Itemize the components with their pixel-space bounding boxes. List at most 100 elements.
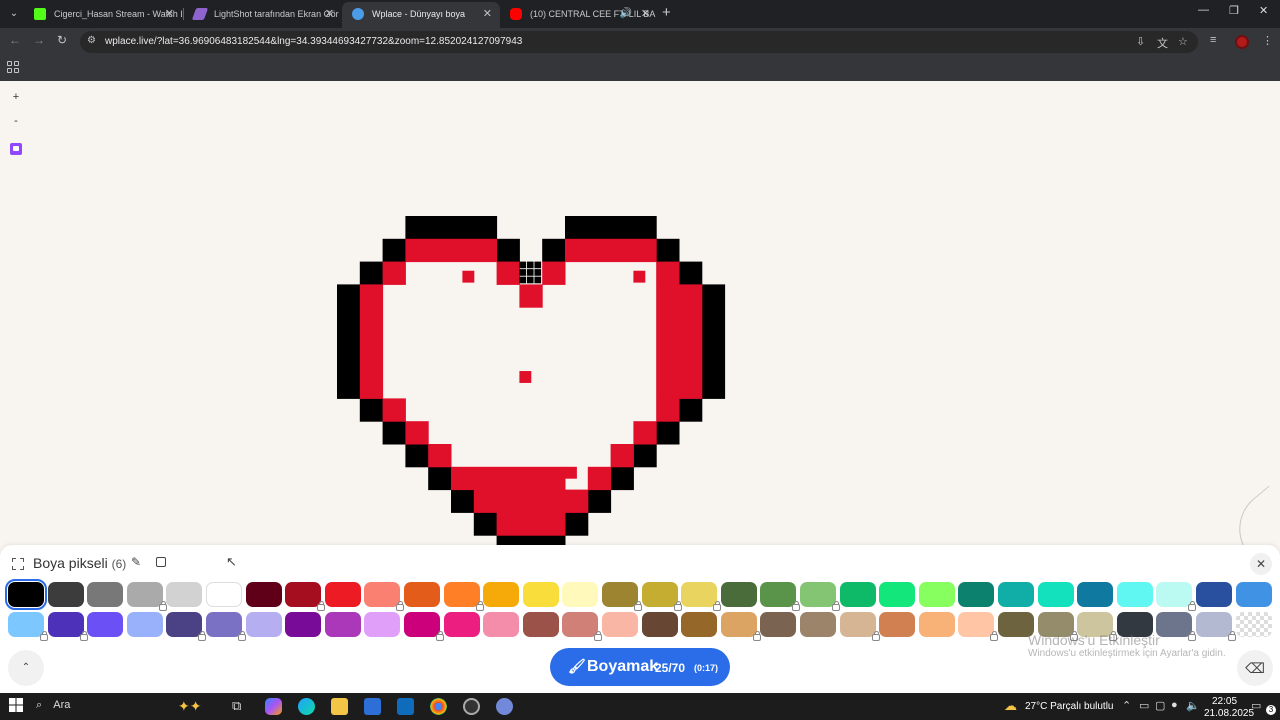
menu-icon[interactable]: ⋮	[1262, 34, 1273, 47]
pixel-outline[interactable]	[428, 466, 452, 491]
color-swatch[interactable]	[800, 582, 840, 611]
color-swatch[interactable]	[404, 612, 444, 641]
microsoft-store-icon[interactable]	[364, 698, 381, 715]
color-swatch[interactable]	[404, 582, 440, 607]
close-window-icon[interactable]: ✕	[1259, 4, 1268, 17]
pixel-marker[interactable]	[519, 269, 527, 276]
translate-icon[interactable]: 文	[1157, 35, 1168, 51]
color-swatch[interactable]	[206, 612, 246, 641]
color-swatch[interactable]	[126, 582, 167, 611]
tab-wplace[interactable]: Wplace - Dünyayı boya ✕	[342, 2, 500, 28]
pixel-outline[interactable]	[565, 216, 657, 240]
pixel-fill[interactable]	[496, 261, 520, 285]
color-swatch[interactable]	[5, 579, 47, 610]
color-swatch[interactable]	[760, 612, 797, 637]
color-swatch[interactable]	[800, 612, 836, 637]
color-swatch[interactable]	[522, 582, 559, 607]
tab-kick-stream[interactable]: Cigerci_Hasan Stream - Watch L ✕	[24, 2, 182, 28]
pixel-outline[interactable]	[337, 284, 361, 399]
chrome-icon[interactable]	[430, 698, 447, 715]
color-swatch[interactable]	[364, 582, 405, 611]
pixel-fill[interactable]	[656, 261, 680, 285]
color-swatch[interactable]	[1235, 582, 1272, 607]
pixel-outline[interactable]	[405, 444, 429, 468]
color-swatch[interactable]	[760, 582, 801, 611]
pixel-marker[interactable]	[526, 261, 534, 269]
tab-close-icon[interactable]: ✕	[325, 2, 334, 26]
color-swatch[interactable]	[839, 612, 880, 641]
install-app-icon[interactable]: ⇩	[1136, 35, 1145, 48]
pixel-outline[interactable]	[565, 512, 589, 536]
color-swatch[interactable]	[641, 612, 678, 637]
color-swatch[interactable]	[483, 582, 520, 607]
microphone-icon[interactable]: ●	[1171, 699, 1178, 711]
windows-start-icon[interactable]	[9, 698, 26, 715]
pixel-marker[interactable]	[534, 276, 542, 284]
pixel-marker[interactable]	[519, 261, 527, 269]
pixel-fill[interactable]	[405, 238, 498, 263]
color-swatch[interactable]	[720, 612, 761, 641]
tray-chevron-icon[interactable]: ⌃	[1122, 699, 1131, 712]
pixel-fill[interactable]	[519, 284, 543, 308]
color-swatch[interactable]	[879, 612, 916, 637]
tab-lightshot[interactable]: LightShot tarafından Ekran Gör ✕	[184, 2, 342, 28]
pixel-fill[interactable]	[610, 444, 634, 468]
speaker-icon[interactable]: 🔊	[620, 2, 632, 26]
color-swatch[interactable]	[918, 582, 955, 607]
pixel-outline[interactable]	[496, 238, 520, 263]
pixel-outline[interactable]	[587, 489, 612, 513]
reload-icon[interactable]: ↻	[57, 33, 67, 47]
pixel-marker[interactable]	[526, 269, 534, 276]
new-tab-button[interactable]: +	[662, 4, 671, 22]
color-swatch[interactable]	[324, 582, 361, 607]
color-swatch[interactable]	[443, 582, 484, 611]
pixel-fill[interactable]	[656, 284, 703, 399]
color-swatch[interactable]	[681, 582, 722, 611]
color-swatch[interactable]	[364, 612, 401, 637]
battery-icon[interactable]: ▢	[1155, 699, 1165, 712]
pixel-fill[interactable]	[462, 270, 475, 283]
pixel-marker[interactable]	[526, 276, 534, 284]
color-swatch[interactable]	[1235, 612, 1272, 637]
weather-icon[interactable]: ☁	[1004, 698, 1021, 715]
back-arrow-icon[interactable]: ←	[9, 33, 21, 47]
tab-youtube[interactable]: (10) CENTRAL CEE FT. LIL BA 🔊 ✕	[500, 2, 658, 28]
color-swatch[interactable]	[641, 582, 682, 611]
apps-grid-icon[interactable]	[7, 61, 19, 73]
pixel-outline[interactable]	[405, 216, 498, 240]
pixel-fill[interactable]	[382, 261, 406, 285]
color-swatch[interactable]	[839, 582, 876, 607]
color-swatch[interactable]	[443, 612, 480, 637]
color-swatch[interactable]	[562, 612, 603, 641]
eraser-button[interactable]: ⌫	[1237, 650, 1273, 686]
bookmark-star-icon[interactable]: ☆	[1178, 35, 1188, 48]
pixel-outline[interactable]	[633, 444, 657, 468]
pixel-outline[interactable]	[542, 238, 566, 263]
pixel-outline[interactable]	[451, 489, 475, 513]
color-swatch[interactable]	[8, 612, 48, 641]
color-swatch[interactable]	[245, 612, 282, 637]
network-icon[interactable]: ▭	[1139, 699, 1149, 712]
color-swatch[interactable]	[1116, 582, 1153, 607]
color-swatch[interactable]	[285, 582, 326, 611]
color-swatch[interactable]	[958, 582, 995, 607]
file-explorer-icon[interactable]	[331, 698, 348, 715]
weather-text[interactable]: 27°C Parçalı bulutlu	[1025, 701, 1114, 712]
pixel-outline[interactable]	[701, 284, 726, 399]
color-swatch[interactable]	[602, 612, 638, 637]
profile-avatar[interactable]	[1235, 35, 1249, 49]
pixel-marker[interactable]	[519, 276, 527, 284]
color-swatch[interactable]	[1156, 612, 1197, 641]
copilot-sparkle-icon[interactable]: ✦✦	[178, 698, 201, 715]
pixel-fill[interactable]	[519, 371, 532, 383]
color-swatch[interactable]	[998, 582, 1034, 607]
color-swatch[interactable]	[1196, 582, 1232, 607]
address-bar[interactable]: ⚙ wplace.live/?lat=36.96906483182544&lng…	[80, 31, 1198, 53]
pixel-outline[interactable]	[359, 398, 384, 422]
pixel-fill[interactable]	[451, 466, 566, 491]
pixel-fill[interactable]	[382, 398, 406, 422]
color-swatch[interactable]	[681, 612, 718, 637]
pixel-outline[interactable]	[359, 261, 384, 285]
pixel-marker[interactable]	[534, 261, 542, 269]
color-swatch[interactable]	[126, 612, 163, 637]
